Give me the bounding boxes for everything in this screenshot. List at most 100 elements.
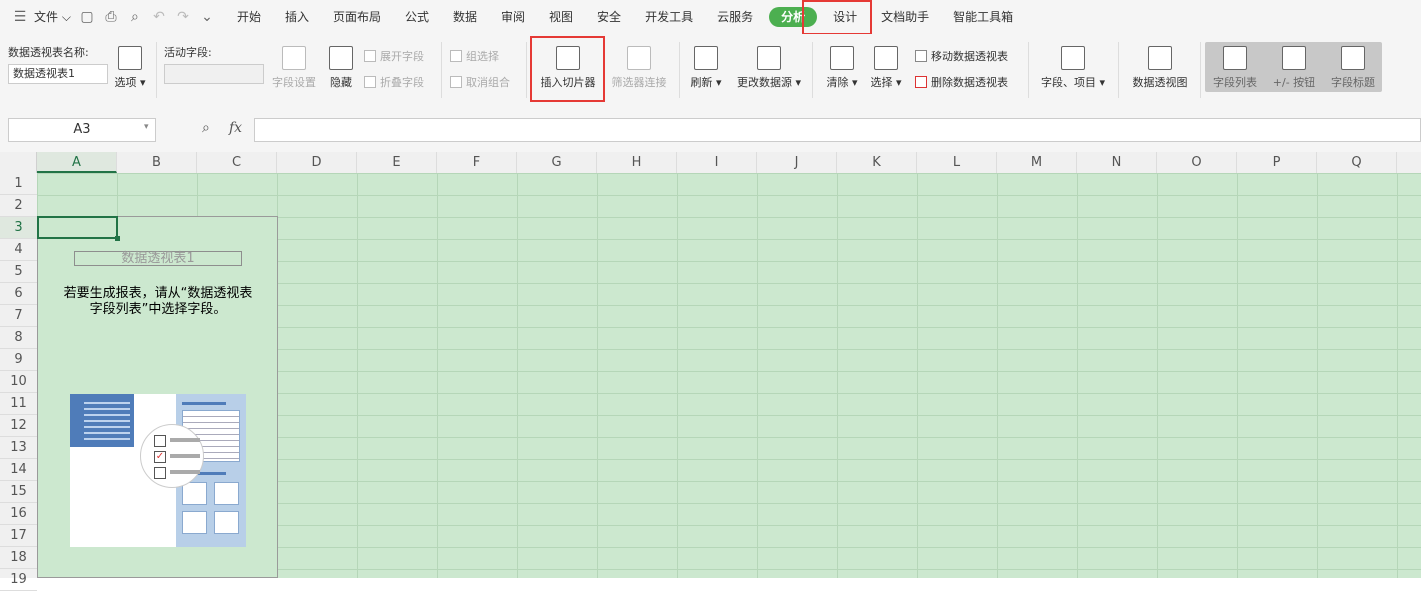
fill-handle[interactable] (115, 236, 120, 241)
column-header[interactable]: O (1157, 152, 1237, 173)
column-header[interactable]: B (117, 152, 197, 173)
column-header[interactable]: N (1077, 152, 1157, 173)
pivot-hint-line2: 字段列表”中选择字段。 (89, 302, 227, 317)
divider (526, 42, 527, 98)
row-header[interactable]: 3 (0, 217, 37, 239)
divider (156, 42, 157, 98)
collapse-field-button[interactable]: 折叠字段 (364, 74, 424, 90)
column-header[interactable]: P (1237, 152, 1317, 173)
row-header[interactable]: 12 (0, 415, 37, 437)
column-header[interactable]: M (997, 152, 1077, 173)
fields-items-button[interactable]: 字段、项目 ▾ (1036, 34, 1110, 90)
column-header[interactable]: A (37, 152, 117, 173)
tab-7[interactable]: 安全 (585, 0, 633, 34)
row-header[interactable]: 18 (0, 547, 37, 569)
row-header[interactable]: 13 (0, 437, 37, 459)
hide-button[interactable]: 隐藏 (326, 34, 356, 90)
print-preview-icon[interactable]: ⌕ (123, 0, 147, 34)
options-button[interactable]: 选项 ▾ (112, 34, 148, 90)
move-pivot-button[interactable]: 移动数据透视表 (915, 48, 1008, 64)
row-header[interactable]: 15 (0, 481, 37, 503)
name-box-dropdown-icon[interactable]: ▾ (144, 122, 149, 132)
column-header[interactable]: G (517, 152, 597, 173)
tab-4[interactable]: 数据 (441, 0, 489, 34)
filter-connections-button[interactable]: 筛选器连接 (606, 34, 672, 90)
redo-icon[interactable]: ↷ (171, 0, 195, 34)
row-header[interactable]: 2 (0, 195, 37, 217)
delete-pivot-button[interactable]: 删除数据透视表 (915, 74, 1008, 90)
change-source-icon (757, 46, 781, 70)
row-header[interactable]: 19 (0, 569, 37, 591)
clear-button[interactable]: 清除 ▾ (822, 34, 862, 90)
row-header[interactable]: 9 (0, 349, 37, 371)
quick-access-dropdown-icon[interactable]: ⌄ (195, 0, 219, 34)
undo-icon[interactable]: ↶ (147, 0, 171, 34)
select-all-corner[interactable] (0, 152, 37, 173)
column-header[interactable]: L (917, 152, 997, 173)
plus-minus-button[interactable]: +/- 按钮 (1265, 34, 1323, 90)
tab-12[interactable]: 文档助手 (869, 0, 941, 34)
pivot-name-input[interactable]: 数据透视表1 (8, 64, 108, 84)
column-header[interactable]: Q (1317, 152, 1397, 173)
column-header[interactable]: I (677, 152, 757, 173)
hamburger-menu-icon[interactable]: ☰ (8, 0, 32, 34)
name-box[interactable]: A3 (8, 118, 156, 142)
illustration-table (70, 394, 134, 447)
formula-input[interactable] (254, 118, 1421, 142)
zoom-formula-icon[interactable]: ⌕ (202, 120, 210, 136)
save-icon[interactable]: ▢ (75, 0, 99, 34)
selected-cell-a3[interactable] (37, 216, 118, 239)
row-header[interactable]: 4 (0, 239, 37, 261)
change-source-button[interactable]: 更改数据源 ▾ (734, 34, 804, 90)
column-header[interactable]: E (357, 152, 437, 173)
tab-8[interactable]: 开发工具 (633, 0, 705, 34)
pivot-chart-button[interactable]: 数据透视图 (1126, 34, 1194, 90)
tab-6[interactable]: 视图 (537, 0, 585, 34)
row-header[interactable]: 1 (0, 173, 37, 195)
clear-icon (830, 46, 854, 70)
delete-pivot-icon (915, 76, 927, 88)
ungroup-icon (450, 76, 462, 88)
field-settings-button[interactable]: 字段设置 (268, 34, 320, 90)
tab-9[interactable]: 云服务 (705, 0, 765, 34)
expand-field-button[interactable]: 展开字段 (364, 48, 424, 64)
hide-label: 隐藏 (330, 76, 352, 89)
tab-1[interactable]: 插入 (273, 0, 321, 34)
tab-2[interactable]: 页面布局 (321, 0, 393, 34)
row-header[interactable]: 11 (0, 393, 37, 415)
active-field-input[interactable] (164, 64, 264, 84)
fx-icon[interactable]: fx (229, 120, 242, 136)
row-header[interactable]: 7 (0, 305, 37, 327)
row-header[interactable]: 8 (0, 327, 37, 349)
column-header[interactable]: F (437, 152, 517, 173)
refresh-button[interactable]: 刷新 ▾ (686, 34, 726, 90)
row-header[interactable]: 5 (0, 261, 37, 283)
tab-3[interactable]: 公式 (393, 0, 441, 34)
group-selection-button[interactable]: 组选择 (450, 48, 499, 64)
column-header[interactable]: D (277, 152, 357, 173)
ungroup-button[interactable]: 取消组合 (450, 74, 510, 90)
row-header[interactable]: 14 (0, 459, 37, 481)
pivot-name-label: 数据透视表名称: (8, 46, 89, 59)
column-header[interactable]: C (197, 152, 277, 173)
row-header[interactable]: 16 (0, 503, 37, 525)
column-header[interactable]: K (837, 152, 917, 173)
tab-5[interactable]: 审阅 (489, 0, 537, 34)
column-header[interactable]: H (597, 152, 677, 173)
pivot-table-placeholder[interactable]: 数据透视表1 若要生成报表，请从“数据透视表 字段列表”中选择字段。 ✓ (37, 216, 278, 578)
field-headers-button[interactable]: 字段标题 (1325, 34, 1381, 90)
row-header[interactable]: 10 (0, 371, 37, 393)
column-header[interactable]: J (757, 152, 837, 173)
row-header[interactable]: 6 (0, 283, 37, 305)
collapse-field-label: 折叠字段 (380, 76, 424, 89)
row-header[interactable]: 17 (0, 525, 37, 547)
ribbon: 数据透视表名称: 数据透视表1 选项 ▾ 活动字段: 字段设置 隐藏 展开字段 … (0, 34, 1421, 107)
tab-13[interactable]: 智能工具箱 (941, 0, 1025, 34)
file-menu[interactable]: 文件 ⌵ (32, 0, 75, 34)
field-list-button[interactable]: 字段列表 (1207, 34, 1263, 90)
select-button[interactable]: 选择 ▾ (866, 34, 906, 90)
tab-0[interactable]: 开始 (225, 0, 273, 34)
print-icon[interactable]: ⎙ (99, 0, 123, 34)
hide-icon (329, 46, 353, 70)
row-headers: 1 2 3 4 5 6 7 8 9 10 11 12 13 14 15 16 17 18 19 (0, 173, 38, 591)
